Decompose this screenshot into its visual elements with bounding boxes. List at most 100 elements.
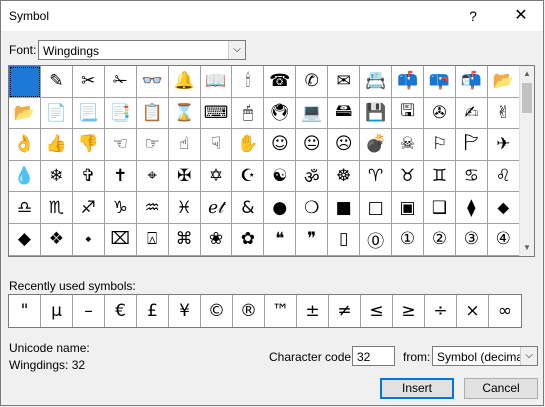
symbol-cell[interactable]: 💣	[360, 129, 393, 161]
recent-symbol-cell[interactable]: €	[105, 295, 137, 327]
symbol-cell[interactable]: 🕯	[232, 66, 265, 98]
symbol-cell[interactable]: ❞	[296, 223, 329, 256]
chevron-down-icon[interactable]: ⌵	[520, 347, 537, 365]
symbol-cell[interactable]: 📖	[200, 66, 233, 98]
symbol-cell[interactable]: ♓	[168, 192, 201, 224]
symbol-cell[interactable]: ④	[487, 223, 520, 256]
symbol-cell[interactable]: 🖱	[232, 97, 265, 130]
symbol-cell-selected[interactable]	[9, 66, 41, 98]
symbol-cell[interactable]: 🖴	[328, 97, 361, 130]
symbol-cell[interactable]: ▣	[392, 192, 424, 224]
symbol-cell[interactable]: ⌨	[200, 97, 233, 130]
scrollbar-thumb[interactable]	[522, 83, 532, 113]
symbol-cell[interactable]: ◆	[9, 223, 41, 256]
symbol-cell[interactable]: 👓	[136, 66, 169, 98]
symbol-cell[interactable]: □	[360, 192, 393, 224]
symbol-cell[interactable]: ❄	[40, 160, 73, 193]
close-button[interactable]: ✕	[501, 1, 541, 31]
recent-symbol-cell[interactable]: "	[9, 295, 41, 327]
character-code-input[interactable]: 32	[352, 346, 395, 366]
symbol-cell[interactable]: 💾	[360, 97, 393, 130]
symbol-cell[interactable]: ❀	[200, 223, 233, 256]
recent-symbol-cell[interactable]: ©	[201, 295, 233, 327]
symbol-cell[interactable]: 📋	[136, 97, 169, 130]
symbol-cell[interactable]: ⬥	[487, 192, 520, 224]
scroll-down-icon[interactable]: ▼	[520, 240, 534, 256]
help-button[interactable]: ?	[453, 1, 493, 31]
symbol-cell[interactable]: ✞	[72, 160, 105, 193]
symbol-cell[interactable]: ♈	[360, 160, 393, 193]
symbol-cell[interactable]: ❑	[423, 192, 456, 224]
recent-symbol-cell[interactable]: ∞	[489, 295, 521, 327]
symbol-cell[interactable]: ●	[264, 192, 297, 224]
symbol-cell[interactable]: ①	[392, 223, 424, 256]
symbol-cell[interactable]: ♏	[40, 192, 73, 224]
recent-symbol-cell[interactable]: ¥	[169, 295, 201, 327]
recent-symbol-cell[interactable]: ®	[233, 295, 265, 327]
recent-symbol-cell[interactable]: ≠	[329, 295, 361, 327]
symbol-cell[interactable]: ☜	[104, 129, 137, 161]
symbol-cell[interactable]: 💧	[9, 160, 41, 193]
symbol-cell[interactable]: ✁	[104, 66, 137, 98]
symbol-cell[interactable]: ⍓	[136, 223, 169, 256]
symbol-cell[interactable]: ❖	[40, 223, 73, 256]
symbol-cell[interactable]: 📂	[487, 66, 520, 98]
symbol-cell[interactable]: ☞	[136, 129, 169, 161]
symbol-cell[interactable]: ✠	[168, 160, 201, 193]
symbol-cell[interactable]: ✋	[232, 129, 265, 161]
symbol-cell[interactable]: ✈	[487, 129, 520, 161]
symbol-cell[interactable]: 📫	[392, 66, 424, 98]
from-dropdown[interactable]: Symbol (decimal) ⌵	[432, 346, 538, 366]
symbol-cell[interactable]: ✌	[487, 97, 520, 130]
symbol-cell[interactable]: ✂	[72, 66, 105, 98]
symbol-cell[interactable]: ☝	[168, 129, 201, 161]
symbol-cell[interactable]: ♑	[104, 192, 137, 224]
recent-symbol-cell[interactable]: ™	[265, 295, 297, 327]
symbol-cell[interactable]: ☠	[392, 129, 424, 161]
recent-symbol-cell[interactable]: ≥	[393, 295, 425, 327]
recent-symbol-cell[interactable]: ×	[457, 295, 489, 327]
symbol-cell[interactable]: ☸	[328, 160, 361, 193]
symbol-cell[interactable]: 🔔	[168, 66, 201, 98]
symbol-cell[interactable]: ⧫	[455, 192, 488, 224]
symbol-cell[interactable]: 😐	[296, 129, 329, 161]
symbol-cell[interactable]: ♌	[487, 160, 520, 193]
symbol-cell[interactable]: 📪	[423, 66, 456, 98]
symbol-cell[interactable]: ♋	[455, 160, 488, 193]
symbol-cell[interactable]: 🏱	[455, 129, 488, 161]
symbol-cell[interactable]: ♎	[9, 192, 41, 224]
symbol-cell[interactable]: ✉	[328, 66, 361, 98]
symbol-cell[interactable]: ⬩	[72, 223, 105, 256]
symbol-cell[interactable]: 📂	[9, 97, 41, 130]
vertical-scrollbar[interactable]: ▲ ▼	[519, 66, 534, 256]
symbol-cell[interactable]: 👎	[72, 129, 105, 161]
cancel-button[interactable]: Cancel	[464, 378, 538, 399]
symbol-cell[interactable]: 📄	[40, 97, 73, 130]
symbol-cell[interactable]: ॐ	[296, 160, 329, 193]
recent-symbol-cell[interactable]: μ	[41, 295, 73, 327]
symbol-cell[interactable]: ☎	[264, 66, 297, 98]
symbol-cell[interactable]: ☺	[264, 129, 297, 161]
symbol-cell[interactable]: &	[232, 192, 265, 224]
insert-button[interactable]: Insert	[380, 378, 454, 399]
symbol-cell[interactable]: ♒	[136, 192, 169, 224]
scroll-up-icon[interactable]: ▲	[520, 66, 534, 82]
symbol-cell[interactable]: ❝	[264, 223, 297, 256]
symbol-cell[interactable]: ☟	[200, 129, 233, 161]
symbol-cell[interactable]: ♐	[72, 192, 105, 224]
font-dropdown[interactable]: Wingdings ⌵	[38, 40, 246, 60]
symbol-cell[interactable]: ③	[455, 223, 488, 256]
symbol-cell[interactable]: ⌘	[168, 223, 201, 256]
symbol-cell[interactable]: ℯ𝓉	[200, 192, 233, 224]
symbol-cell[interactable]: ■	[328, 192, 361, 224]
symbol-cell[interactable]: ⌧	[104, 223, 137, 256]
symbol-cell[interactable]: 👌	[9, 129, 41, 161]
chevron-down-icon[interactable]: ⌵	[228, 41, 245, 59]
symbol-cell[interactable]: 🖲	[264, 97, 297, 130]
symbol-cell[interactable]: ☹	[328, 129, 361, 161]
symbol-cell[interactable]: ♊	[423, 160, 456, 193]
symbol-cell[interactable]: ✡	[200, 160, 233, 193]
symbol-cell[interactable]: ✿	[232, 223, 265, 256]
symbol-cell[interactable]: ♉	[392, 160, 424, 193]
recent-symbol-cell[interactable]: ±	[297, 295, 329, 327]
